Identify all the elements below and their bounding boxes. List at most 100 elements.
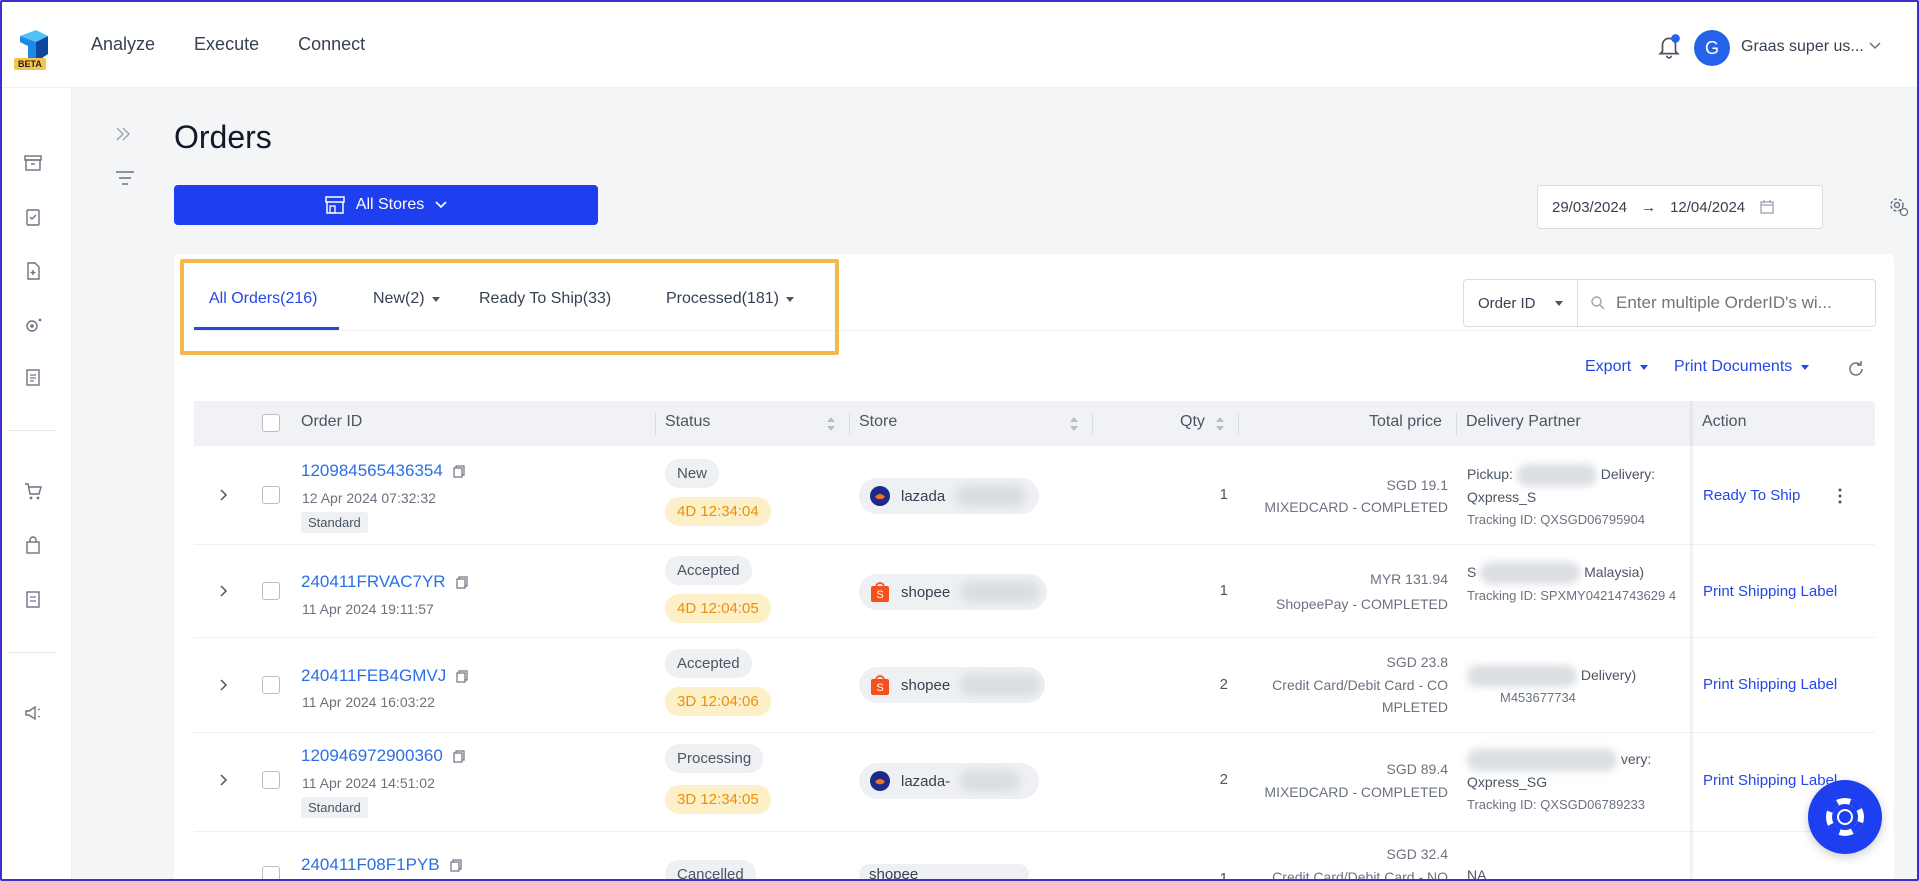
qty-value: 1 — [1219, 582, 1228, 599]
left-sidebar — [0, 88, 72, 881]
order-id-text: 120984565436354 — [301, 461, 443, 480]
header-qty-label: Qty — [1180, 413, 1205, 430]
help-button[interactable] — [1808, 780, 1882, 854]
archive-icon[interactable] — [22, 152, 44, 174]
order-id-link[interactable]: 240411F08F1PYB — [301, 855, 463, 875]
order-id-link[interactable]: 120946972900360 — [301, 746, 466, 766]
header-delivery-partner: Delivery Partner — [1466, 413, 1581, 431]
tracking-id: Tracking ID: SPXMY04214743629 4 — [1467, 588, 1677, 603]
chevron-right-icon[interactable] — [216, 773, 230, 787]
row-checkbox[interactable] — [262, 771, 280, 789]
copy-icon[interactable] — [453, 749, 466, 763]
document-add-icon[interactable] — [22, 260, 44, 282]
copy-icon[interactable] — [456, 669, 469, 683]
payment-status: MIXEDCARD - COMPLETED — [1264, 499, 1448, 515]
megaphone-icon[interactable] — [22, 702, 44, 724]
caret-down-icon — [1640, 365, 1649, 370]
copy-icon[interactable] — [450, 858, 463, 872]
search-field — [1578, 280, 1875, 326]
sort-icon[interactable] — [825, 414, 837, 434]
qty-value: 1 — [1219, 486, 1228, 503]
row-checkbox[interactable] — [262, 582, 280, 600]
print-shipping-label-link[interactable]: Print Shipping Label — [1703, 583, 1837, 600]
column-separator — [1238, 413, 1239, 435]
delivery-label: Delivery: — [1600, 466, 1656, 482]
nav-connect[interactable]: Connect — [298, 34, 365, 55]
header-qty[interactable]: Qty — [1180, 413, 1205, 431]
cart-icon[interactable] — [22, 480, 44, 502]
nav-execute[interactable]: Execute — [194, 34, 259, 55]
print-documents-button[interactable]: Print Documents — [1674, 358, 1810, 376]
user-name[interactable]: Graas super us... — [1741, 38, 1864, 56]
chevron-right-icon[interactable] — [216, 488, 230, 502]
print-shipping-label-link[interactable]: Print Shipping Label — [1703, 772, 1837, 789]
select-all-checkbox[interactable] — [262, 414, 280, 432]
ready-to-ship-link[interactable]: Ready To Ship — [1703, 487, 1800, 504]
date-arrow: → — [1641, 198, 1657, 216]
double-chevron-right-icon[interactable] — [113, 124, 133, 144]
tracking-id: Tracking ID: QXSGD06789233 — [1467, 797, 1645, 812]
store-badge: S shopee — [859, 574, 1047, 610]
pickup-label: Pickup: — [1467, 466, 1513, 482]
header-status[interactable]: Status — [665, 413, 710, 431]
avatar[interactable]: G — [1694, 30, 1730, 66]
header-store[interactable]: Store — [859, 413, 897, 431]
all-stores-button[interactable]: All Stores — [174, 185, 598, 225]
row-checkbox[interactable] — [262, 676, 280, 694]
settings-sparkle-icon[interactable] — [22, 314, 44, 336]
search-input[interactable] — [1616, 293, 1866, 313]
copy-icon[interactable] — [453, 464, 466, 478]
header-order-id: Order ID — [301, 413, 362, 431]
status-badge: New — [665, 459, 720, 488]
chevron-down-icon[interactable] — [1868, 38, 1882, 52]
clipboard-check-icon[interactable] — [22, 206, 44, 228]
chevron-right-icon[interactable] — [216, 584, 230, 598]
more-vertical-icon[interactable] — [1837, 487, 1843, 505]
all-stores-label: All Stores — [355, 196, 425, 213]
tracking-id: M453677734 — [1500, 690, 1576, 705]
payment-status: Credit Card/Debit Card - NO — [1272, 869, 1448, 881]
shipping-tag: Standard — [301, 512, 368, 533]
export-button[interactable]: Export — [1585, 358, 1649, 376]
shopping-bag-icon[interactable] — [22, 534, 44, 556]
report-icon[interactable] — [22, 588, 44, 610]
order-id-link[interactable]: 240411FEB4GMVJ — [301, 666, 469, 686]
date-to[interactable]: 12/04/2024 — [1670, 199, 1745, 216]
qty-value: 2 — [1219, 676, 1228, 693]
bell-icon[interactable] — [1656, 33, 1682, 59]
header-delivery-partner-label: Delivery Partner — [1466, 413, 1581, 430]
nav-analyze[interactable]: Analyze — [91, 34, 155, 55]
order-date: 11 Apr 2024 16:03:22 — [302, 694, 435, 710]
svg-text:S: S — [876, 682, 883, 694]
sort-icon[interactable] — [1068, 414, 1080, 434]
page-title: Orders — [174, 119, 272, 155]
date-range-picker[interactable]: 29/03/2024 → 12/04/2024 — [1537, 185, 1823, 229]
list-document-icon[interactable] — [22, 366, 44, 388]
filter-icon[interactable] — [114, 168, 136, 188]
timer-badge: 3D 12:34:05 — [665, 785, 771, 814]
order-date: 11 Apr 2024 14:51:02 — [302, 775, 435, 791]
row-checkbox[interactable] — [262, 486, 280, 504]
store-badge: S shopee — [859, 667, 1045, 703]
price-value: MYR 131.94 — [1370, 571, 1448, 587]
sort-icon[interactable] — [1214, 414, 1226, 434]
order-id-link[interactable]: 120984565436354 — [301, 461, 466, 481]
order-id-link[interactable]: 240411FRVAC7YR — [301, 572, 469, 592]
search-type-select[interactable]: Order ID — [1464, 280, 1578, 326]
partner-suffix: Delivery) — [1580, 667, 1637, 683]
refresh-icon[interactable] — [1846, 359, 1866, 379]
store-name: lazada — [901, 487, 946, 505]
lazada-logo-icon — [870, 771, 890, 791]
chevron-down-icon — [435, 201, 447, 209]
gear-icon[interactable] — [1886, 194, 1910, 218]
copy-icon[interactable] — [455, 575, 469, 589]
status-badge: Cancelled — [665, 860, 756, 881]
chevron-right-icon[interactable] — [216, 678, 230, 692]
date-from[interactable]: 29/03/2024 — [1552, 199, 1627, 216]
shopee-logo-icon: S — [871, 582, 889, 602]
header-total-price: Total price — [1369, 413, 1442, 431]
row-checkbox[interactable] — [262, 866, 280, 881]
redacted-blur — [960, 674, 1041, 696]
delivery-partner: S Malaysia) — [1467, 561, 1697, 585]
print-shipping-label-link[interactable]: Print Shipping Label — [1703, 676, 1837, 693]
